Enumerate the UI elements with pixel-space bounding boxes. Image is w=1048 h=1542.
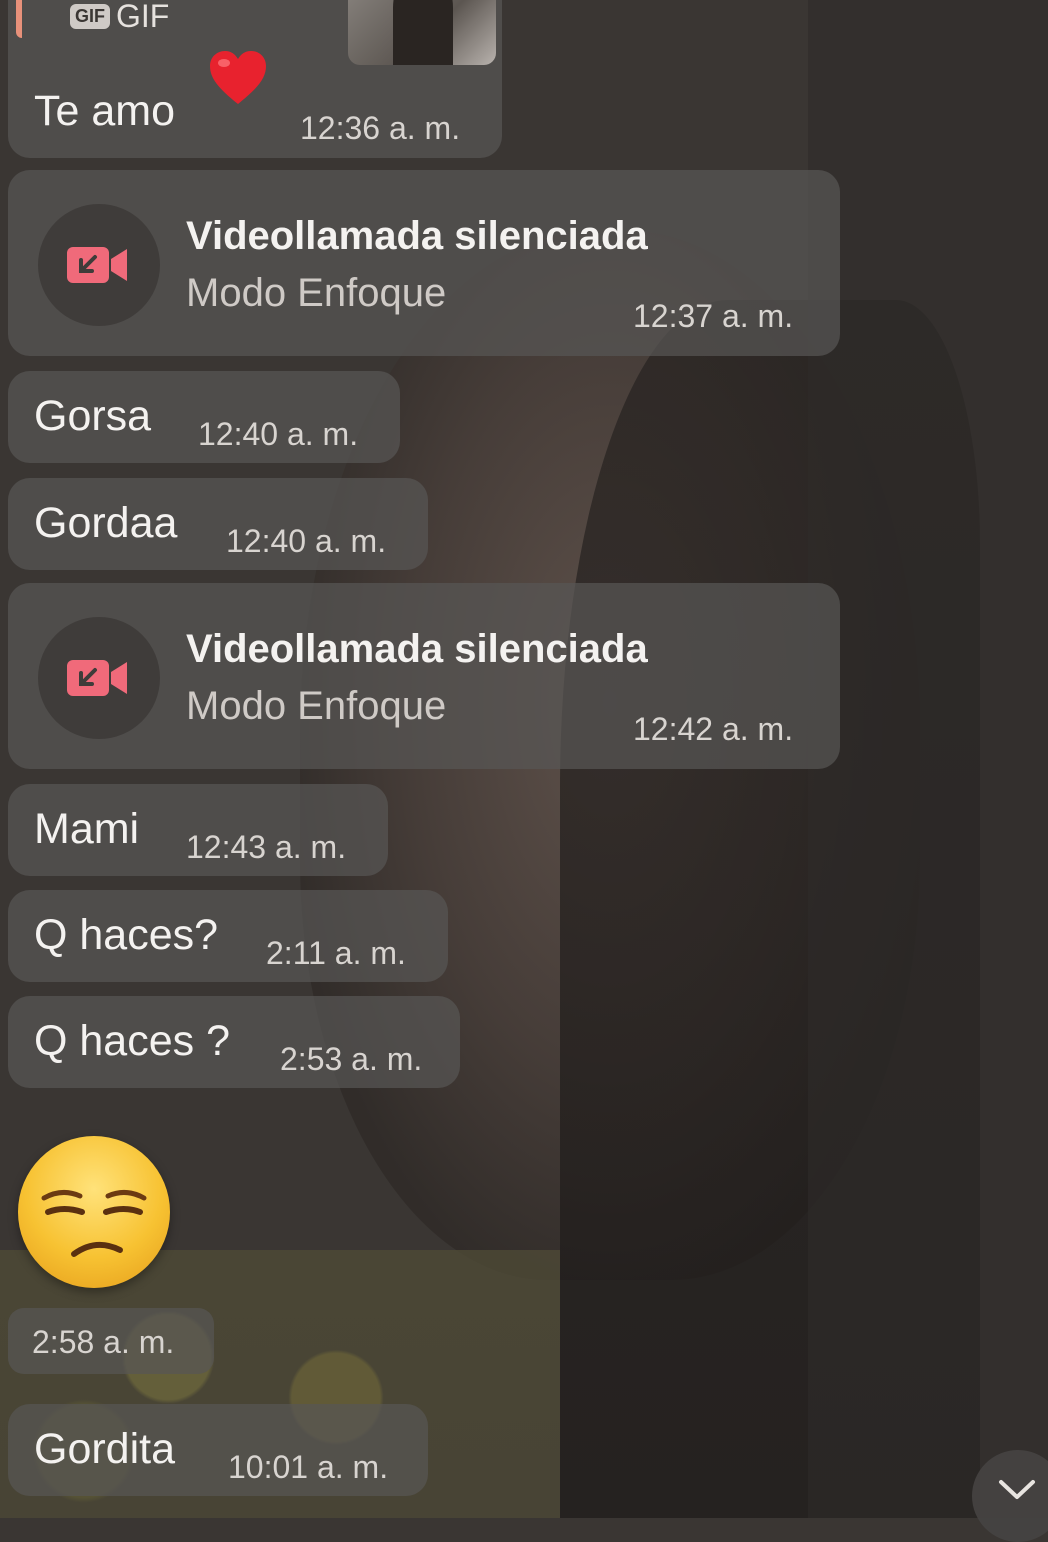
call-title: Videollamada silenciada bbox=[186, 214, 648, 258]
message-time: 2:11 a. m. bbox=[266, 935, 406, 971]
message-time: 12:40 a. m. bbox=[198, 416, 359, 452]
call-icon-circle bbox=[38, 617, 160, 739]
call-subtitle: Modo Enfoque bbox=[186, 271, 447, 315]
call-bubble[interactable]: Videollamada silenciada Modo Enfoque 12:… bbox=[8, 583, 840, 769]
message-time: 12:42 a. m. bbox=[633, 711, 794, 747]
message-time: 12:36 a. m. bbox=[300, 110, 461, 146]
message-time: 2:53 a. m. bbox=[280, 1041, 423, 1077]
missed-video-call-icon bbox=[67, 247, 127, 283]
message-bubble[interactable]: Mami 12:43 a. m. bbox=[8, 784, 388, 876]
message-time: 2:58 a. m. bbox=[32, 1324, 175, 1360]
red-heart-icon bbox=[210, 51, 266, 104]
message-text: Q haces? bbox=[34, 911, 219, 959]
message-bubble[interactable]: Q haces? 2:11 a. m. bbox=[8, 890, 448, 982]
missed-video-call-icon bbox=[67, 660, 127, 696]
gif-thumbnail-figure bbox=[393, 0, 453, 65]
gif-label: GIF bbox=[116, 0, 170, 34]
message-bubble[interactable]: Q haces ? 2:53 a. m. bbox=[8, 996, 460, 1088]
message-text: Mami bbox=[34, 805, 140, 853]
call-bubble[interactable]: Videollamada silenciada Modo Enfoque 12:… bbox=[8, 170, 840, 356]
message-time: 12:37 a. m. bbox=[633, 298, 794, 334]
gif-thumbnail[interactable] bbox=[348, 0, 496, 65]
message-bubble[interactable]: Gordita 10:01 a. m. bbox=[8, 1404, 428, 1496]
call-icon-circle bbox=[38, 204, 160, 326]
message-bubble[interactable]: GIF GIF Te amo 12:36 a. m. bbox=[8, 0, 502, 158]
call-title: Videollamada silenciada bbox=[186, 627, 648, 671]
gif-badge-icon: GIF bbox=[70, 4, 110, 29]
quoted-gif-reply[interactable]: GIF GIF bbox=[16, 0, 362, 38]
message-text: Gordita bbox=[34, 1425, 176, 1473]
message-list: GIF GIF Te amo 12:36 a. m. Videollamada … bbox=[0, 0, 1048, 1542]
message-text: Q haces ? bbox=[34, 1017, 230, 1065]
call-subtitle: Modo Enfoque bbox=[186, 684, 447, 728]
message-text: Te amo bbox=[34, 87, 176, 135]
message-text: Gorsa bbox=[34, 392, 152, 440]
emoji-face bbox=[41, 1190, 147, 1257]
message-text: Gordaa bbox=[34, 499, 178, 547]
message-time: 12:43 a. m. bbox=[186, 829, 347, 865]
message-bubble[interactable]: Gorsa 12:40 a. m. bbox=[8, 371, 400, 463]
scroll-to-bottom-button[interactable] bbox=[972, 1450, 1048, 1542]
message-time: 12:40 a. m. bbox=[226, 523, 387, 559]
message-bubble[interactable]: Gordaa 12:40 a. m. bbox=[8, 478, 428, 570]
emoji-time-bubble: 2:58 a. m. bbox=[8, 1308, 214, 1374]
unamused-face-icon[interactable] bbox=[18, 1136, 170, 1288]
message-time: 10:01 a. m. bbox=[228, 1449, 389, 1485]
chevron-down-icon bbox=[999, 1480, 1035, 1499]
